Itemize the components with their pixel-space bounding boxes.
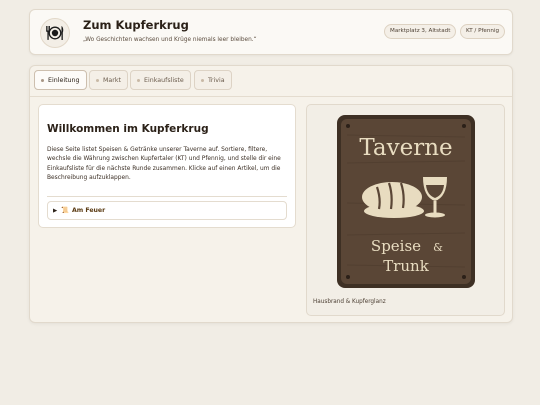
divider xyxy=(47,196,287,197)
tab-dot-icon xyxy=(137,78,140,82)
sign-card: Taverne Speise & Trunk Hausbrand & Kupfe… xyxy=(306,104,505,316)
tab-einleitung[interactable]: Einleitung xyxy=(34,70,87,90)
tab-label: Einkaufsliste xyxy=(144,77,184,84)
tab-label: Trivia xyxy=(208,77,225,84)
tab-trivia[interactable]: Trivia xyxy=(194,70,232,90)
intro-description: Diese Seite listet Speisen & Getränke un… xyxy=(47,147,281,181)
sign-caption: Hausbrand & Kupferglanz xyxy=(313,299,386,305)
am-feuer-disclosure[interactable]: ▶ 📜 Am Feuer xyxy=(47,201,287,220)
tab-dot-icon xyxy=(201,78,204,82)
sign-line-speise: Speise xyxy=(371,237,421,255)
tab-bar: Einleitung Markt Einkaufsliste Trivia xyxy=(30,66,512,97)
disclosure-label: Am Feuer xyxy=(71,207,106,214)
tavern-logo xyxy=(40,18,70,48)
scroll-icon: 📜 xyxy=(61,207,69,214)
main-panel: Einleitung Markt Einkaufsliste Trivia Wi… xyxy=(29,65,513,323)
tab-label: Markt xyxy=(103,77,121,84)
app-title: Zum Kupferkrug xyxy=(83,18,189,32)
tab-markt[interactable]: Markt xyxy=(89,70,128,90)
tab-einkaufsliste[interactable]: Einkaufsliste xyxy=(130,70,191,90)
sign-line-trunk: Trunk xyxy=(383,257,429,275)
expand-arrow-icon: ▶ xyxy=(53,208,58,214)
app-header: Zum Kupferkrug „Wo Geschichten wachsen u… xyxy=(29,9,513,55)
intro-card: Willkommen im Kupferkrug Diese Seite lis… xyxy=(38,104,296,228)
app-tagline: „Wo Geschichten wachsen und Krüge niemal… xyxy=(83,37,257,43)
location-chip: Marktplatz 3, Altstadt xyxy=(384,24,457,39)
intro-heading: Willkommen im Kupferkrug xyxy=(47,123,209,135)
tab-label: Einleitung xyxy=(48,77,80,84)
plate-cutlery-icon xyxy=(46,26,64,40)
tab-dot-icon xyxy=(96,78,99,82)
tab-dot-icon xyxy=(41,78,44,82)
tavern-sign-image: Taverne Speise & Trunk xyxy=(337,115,475,288)
sign-ampersand: & xyxy=(433,241,443,254)
sign-title: Taverne xyxy=(359,135,452,161)
currency-chip[interactable]: KT / Pfennig xyxy=(460,24,506,39)
